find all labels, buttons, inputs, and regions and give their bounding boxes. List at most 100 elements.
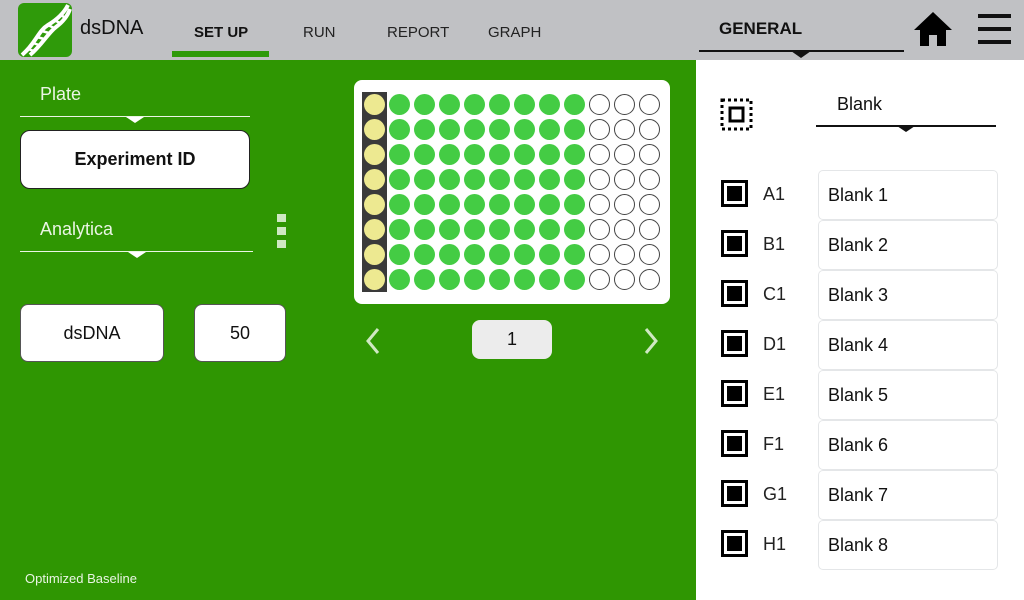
plate-well-sample[interactable] xyxy=(539,194,560,215)
tab-report[interactable]: REPORT xyxy=(387,24,449,41)
plate-well-sample[interactable] xyxy=(464,219,485,240)
plate-well-sample[interactable] xyxy=(489,194,510,215)
plate-well-sample[interactable] xyxy=(489,169,510,190)
plate-well-selected-blank[interactable] xyxy=(364,94,385,115)
value-field[interactable]: 50 xyxy=(194,304,286,362)
plate-well-selected-blank[interactable] xyxy=(364,219,385,240)
well-name-input[interactable]: Blank 7 xyxy=(818,470,998,520)
plate-well-sample[interactable] xyxy=(489,269,510,290)
well-name-input[interactable]: Blank 6 xyxy=(818,420,998,470)
well-checkbox[interactable] xyxy=(721,380,748,407)
plate-well-sample[interactable] xyxy=(539,169,560,190)
plate-well-sample[interactable] xyxy=(464,169,485,190)
plate-dropdown[interactable]: Plate xyxy=(40,84,81,105)
well-checkbox[interactable] xyxy=(721,330,748,357)
plate-well-empty[interactable] xyxy=(639,119,660,140)
plate-well-sample[interactable] xyxy=(514,144,535,165)
plate-well-sample[interactable] xyxy=(439,219,460,240)
plate-well-sample[interactable] xyxy=(539,119,560,140)
plate-well-sample[interactable] xyxy=(414,119,435,140)
plate-well-sample[interactable] xyxy=(564,144,585,165)
plate-well-sample[interactable] xyxy=(414,194,435,215)
plate-well-sample[interactable] xyxy=(439,144,460,165)
plate-well-empty[interactable] xyxy=(589,194,610,215)
plate-well-sample[interactable] xyxy=(514,169,535,190)
well-checkbox[interactable] xyxy=(721,530,748,557)
plate-well-sample[interactable] xyxy=(489,244,510,265)
plate-well-sample[interactable] xyxy=(514,194,535,215)
plate-well-sample[interactable] xyxy=(514,94,535,115)
plate-well-sample[interactable] xyxy=(514,119,535,140)
plate-well-empty[interactable] xyxy=(639,244,660,265)
plate-well-sample[interactable] xyxy=(539,219,560,240)
plate-well-empty[interactable] xyxy=(614,119,635,140)
well-name-input[interactable]: Blank 5 xyxy=(818,370,998,420)
plate-well-sample[interactable] xyxy=(439,169,460,190)
assay-field[interactable]: dsDNA xyxy=(20,304,164,362)
plate-well-sample[interactable] xyxy=(414,144,435,165)
plate-well-sample[interactable] xyxy=(389,269,410,290)
plate-well-empty[interactable] xyxy=(589,119,610,140)
more-options-icon[interactable] xyxy=(277,214,287,250)
plate-well-sample[interactable] xyxy=(464,269,485,290)
plate-well-empty[interactable] xyxy=(639,194,660,215)
plate-well-sample[interactable] xyxy=(464,144,485,165)
well-name-input[interactable]: Blank 8 xyxy=(818,520,998,570)
plate-well-selected-blank[interactable] xyxy=(364,119,385,140)
well-checkbox[interactable] xyxy=(721,180,748,207)
plate-well-sample[interactable] xyxy=(439,269,460,290)
plate-well-sample[interactable] xyxy=(539,269,560,290)
well-checkbox[interactable] xyxy=(721,280,748,307)
plate-well-empty[interactable] xyxy=(639,169,660,190)
caret-down-icon[interactable] xyxy=(128,252,146,258)
plate-well-sample[interactable] xyxy=(564,119,585,140)
plate-well-sample[interactable] xyxy=(539,144,560,165)
plate-well-sample[interactable] xyxy=(464,194,485,215)
plate-well-empty[interactable] xyxy=(614,219,635,240)
experiment-id-button[interactable]: Experiment ID xyxy=(20,130,250,189)
plate-well-empty[interactable] xyxy=(589,244,610,265)
plate-well-sample[interactable] xyxy=(564,219,585,240)
plate-well-sample[interactable] xyxy=(489,94,510,115)
plate-well-sample[interactable] xyxy=(564,194,585,215)
well-checkbox[interactable] xyxy=(721,230,748,257)
plate-well-sample[interactable] xyxy=(564,244,585,265)
plate-well-sample[interactable] xyxy=(389,219,410,240)
plate-well-sample[interactable] xyxy=(414,244,435,265)
plate-well-empty[interactable] xyxy=(639,269,660,290)
select-all-icon[interactable] xyxy=(720,98,753,131)
well-type-dropdown[interactable]: Blank xyxy=(837,94,882,115)
plate-well-sample[interactable] xyxy=(389,119,410,140)
plate-well-sample[interactable] xyxy=(414,169,435,190)
plate-well-sample[interactable] xyxy=(489,119,510,140)
plate-well-sample[interactable] xyxy=(389,94,410,115)
well-checkbox[interactable] xyxy=(721,430,748,457)
caret-down-icon[interactable] xyxy=(791,51,811,58)
plate-well-empty[interactable] xyxy=(589,94,610,115)
plate-well-empty[interactable] xyxy=(614,269,635,290)
plate-well-sample[interactable] xyxy=(464,94,485,115)
plate-well-sample[interactable] xyxy=(564,269,585,290)
well-name-input[interactable]: Blank 4 xyxy=(818,320,998,370)
plate-well-sample[interactable] xyxy=(564,169,585,190)
chevron-right-icon[interactable] xyxy=(642,326,660,364)
well-name-input[interactable]: Blank 2 xyxy=(818,220,998,270)
plate-well-selected-blank[interactable] xyxy=(364,244,385,265)
plate-well-empty[interactable] xyxy=(614,194,635,215)
plate-well-sample[interactable] xyxy=(439,119,460,140)
plate-well-sample[interactable] xyxy=(389,144,410,165)
plate-well-sample[interactable] xyxy=(389,169,410,190)
plate-well-empty[interactable] xyxy=(589,169,610,190)
plate-well-empty[interactable] xyxy=(639,94,660,115)
tab-run[interactable]: RUN xyxy=(303,24,336,41)
plate-well-sample[interactable] xyxy=(539,94,560,115)
plate-well-selected-blank[interactable] xyxy=(364,269,385,290)
plate-well-empty[interactable] xyxy=(614,94,635,115)
plate-well-sample[interactable] xyxy=(489,144,510,165)
plate-well-sample[interactable] xyxy=(414,94,435,115)
plate-well-sample[interactable] xyxy=(414,219,435,240)
tab-setup[interactable]: SET UP xyxy=(194,24,248,41)
plate-well-sample[interactable] xyxy=(489,219,510,240)
plate-well-sample[interactable] xyxy=(439,194,460,215)
plate-well-empty[interactable] xyxy=(589,219,610,240)
